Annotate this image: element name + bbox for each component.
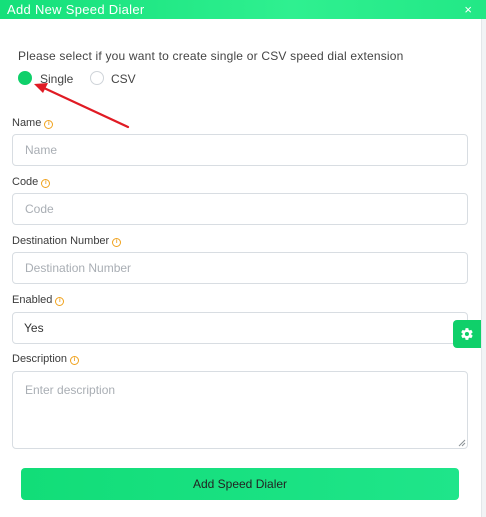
description-label-text: Description [12,353,68,365]
mode-prompt: Please select if you want to create sing… [18,49,404,63]
radio-single[interactable] [18,71,32,85]
description-textarea[interactable] [12,371,468,449]
destination-number-input[interactable] [12,252,468,284]
enabled-select-value: Yes [24,321,44,335]
description-label: Description i [12,352,80,366]
add-speed-dialer-dialog: Add New Speed Dialer × Please select if … [0,0,486,517]
info-icon: i [70,356,80,365]
code-label: Code i [12,175,51,189]
info-icon: i [55,297,65,306]
name-label: Name i [12,116,54,130]
info-icon: i [41,179,51,188]
info-icon: i [112,238,122,247]
enabled-label-text: Enabled [12,294,53,306]
name-label-text: Name [12,117,42,129]
scrollbar-track[interactable] [481,19,486,517]
destination-label-text: Destination Number [12,235,110,247]
info-icon: i [44,120,54,129]
add-speed-dialer-button[interactable]: Add Speed Dialer [21,468,459,500]
radio-csv-label[interactable]: CSV [111,72,136,86]
code-input[interactable] [12,193,468,225]
enabled-select[interactable]: Yes [12,312,468,344]
radio-csv[interactable] [90,71,104,85]
dialog-titlebar: Add New Speed Dialer × [0,0,486,19]
radio-single-label[interactable]: Single [40,72,73,86]
settings-button[interactable] [453,320,481,348]
enabled-label: Enabled i [12,293,65,307]
close-icon[interactable]: × [464,1,472,18]
destination-label: Destination Number i [12,234,122,248]
code-label-text: Code [12,176,39,188]
name-input[interactable] [12,134,468,166]
gear-icon [461,328,473,340]
dialog-title: Add New Speed Dialer [7,2,145,17]
